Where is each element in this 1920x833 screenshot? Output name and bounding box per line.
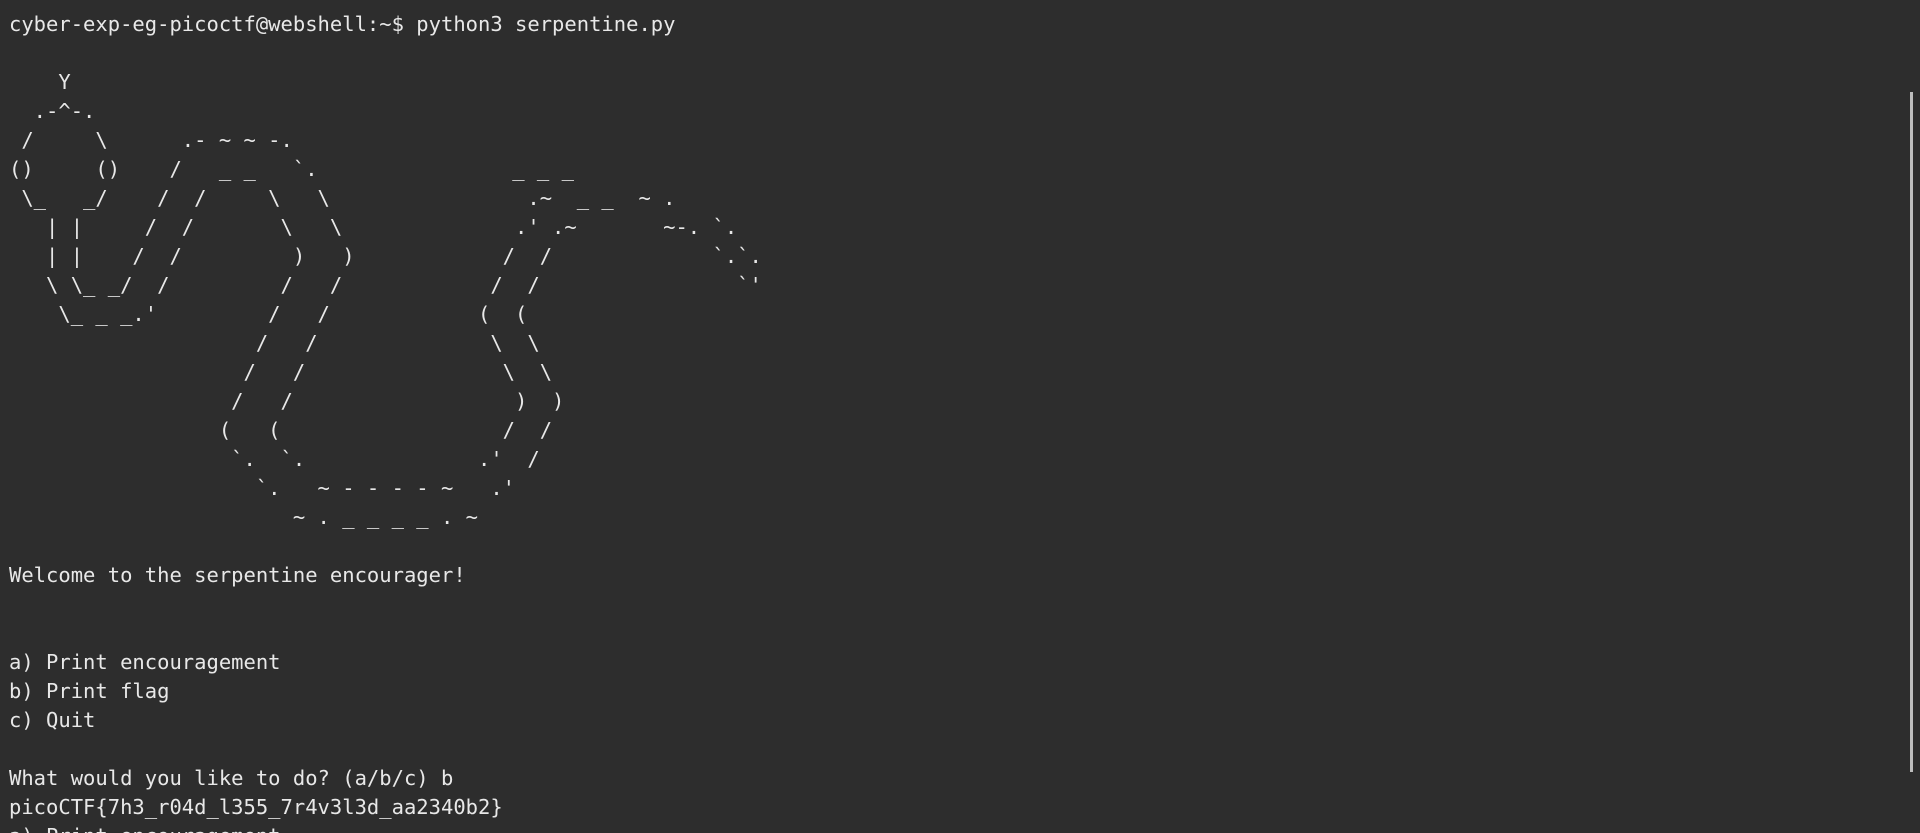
welcome-message: Welcome to the serpentine encourager! xyxy=(9,563,466,587)
ascii-art-fragment: () () / _ _ `. xyxy=(9,157,318,181)
shell-prompt-line: cyber-exp-eg-picoctf@webshell:~$ python3… xyxy=(9,12,676,36)
flag-output: picoCTF{7h3_r04d_l355_7r4v3l3d_aa2340b2} xyxy=(9,795,503,819)
ascii-art-line: / / \ \ xyxy=(9,360,553,384)
ascii-art-line: `. ~ - - - - ~ .' xyxy=(9,476,516,500)
ascii-art-line: | | / / ) ) / / `.`. xyxy=(9,244,762,268)
ascii-art-line: / / \ \ xyxy=(9,331,540,355)
ascii-art-line: | | / / \ \ .' .~ ~-. `. xyxy=(9,215,738,239)
ascii-art-line: / / ) ) xyxy=(9,389,565,413)
ascii-art-line: ( ( / / xyxy=(9,418,553,442)
ascii-art-line: () () / _ _ `. _ _ _ xyxy=(9,155,1889,184)
ascii-art-line: .-^-. xyxy=(9,99,96,123)
ascii-art-fragment: _ _ _ xyxy=(487,157,574,181)
ascii-art-line: `. `. .' / xyxy=(9,447,540,471)
ascii-art-line: \_ _ _.' / / ( ( xyxy=(9,302,528,326)
scrollbar[interactable] xyxy=(1910,92,1913,772)
input-prompt-line: What would you like to do? (a/b/c) b xyxy=(9,766,454,790)
ascii-art-line: \_ _/ / / \ \ .~ _ _ ~ . xyxy=(9,186,676,210)
terminal-output[interactable]: cyber-exp-eg-picoctf@webshell:~$ python3… xyxy=(9,10,1889,833)
menu-option-a: a) Print encouragement xyxy=(9,650,281,674)
terminal-window[interactable]: cyber-exp-eg-picoctf@webshell:~$ python3… xyxy=(0,0,1920,833)
ascii-art-line: Y xyxy=(9,70,71,94)
ascii-art-line: ~ . _ _ _ _ . ~ xyxy=(9,505,478,529)
ascii-art-line: / \ .- ~ ~ -. xyxy=(9,128,293,152)
ascii-art-line: \ \_ _/ / / / / / `' xyxy=(9,273,762,297)
menu-option-b: b) Print flag xyxy=(9,679,170,703)
menu-option-c: c) Quit xyxy=(9,708,96,732)
menu-option-a-partial: a) Print encouragement xyxy=(9,822,1889,833)
